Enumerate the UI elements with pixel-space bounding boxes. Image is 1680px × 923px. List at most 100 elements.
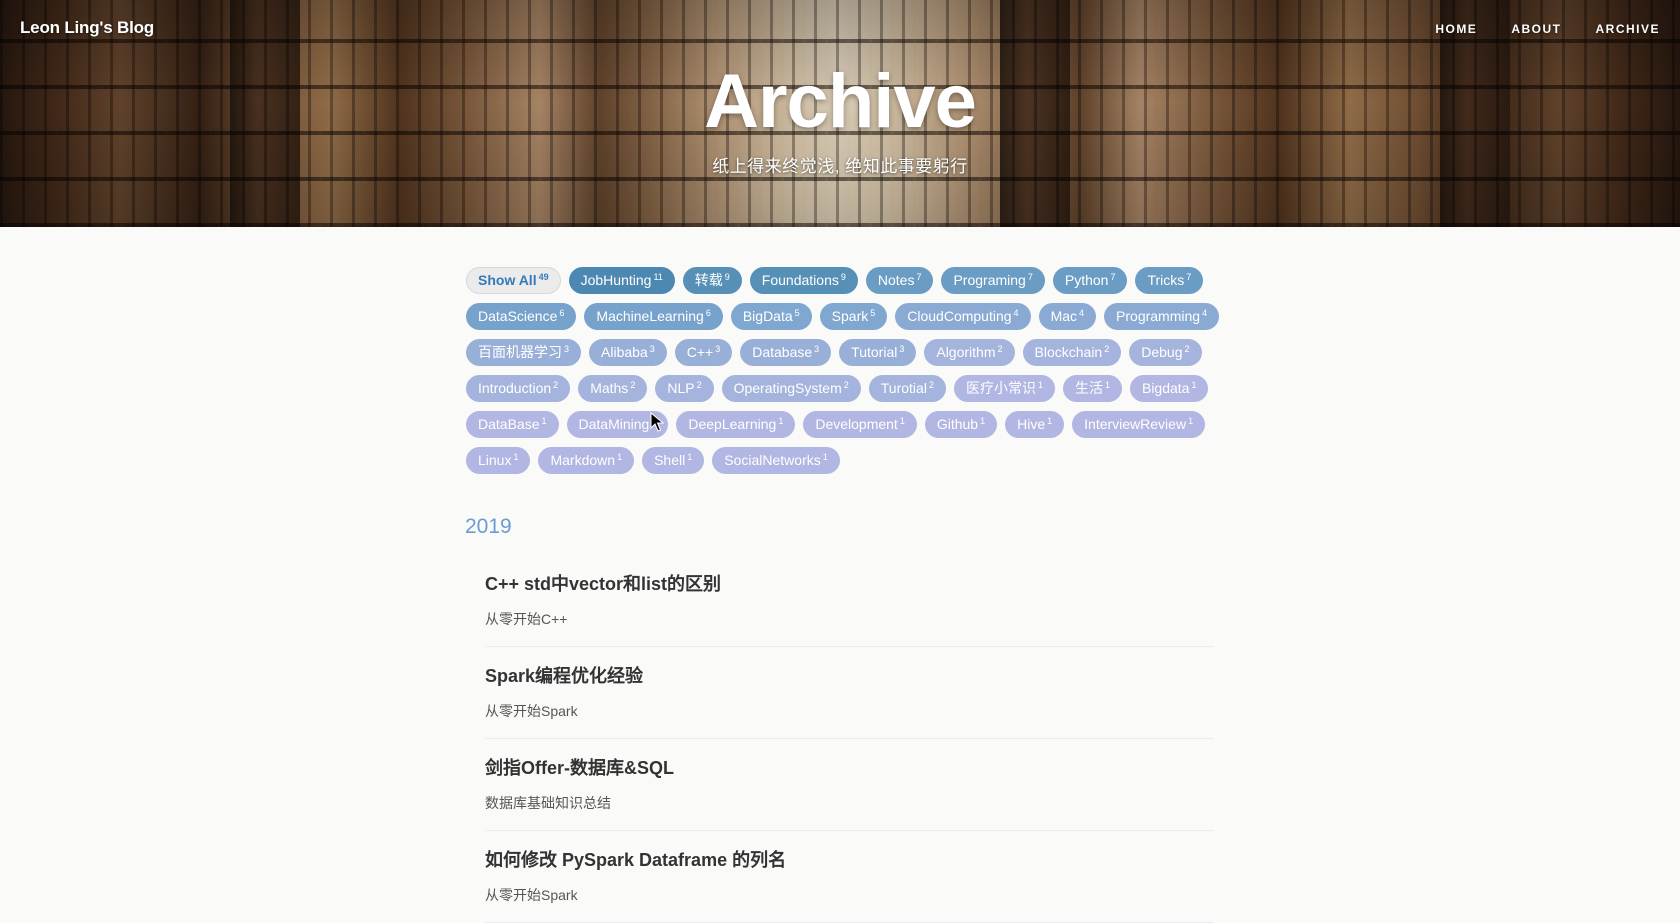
tag-button[interactable]: Foundations 9 <box>749 267 858 294</box>
tag-button[interactable]: NLP 2 <box>655 375 714 402</box>
post-item: C++ std中vector和list的区别 从零开始C++ <box>485 556 1214 647</box>
tag-button[interactable]: Python 7 <box>1052 267 1128 294</box>
tag-count: 1 <box>778 416 784 426</box>
tag-button[interactable]: Debug 2 <box>1129 339 1202 366</box>
tag-label: Debug <box>1141 344 1183 360</box>
tag-label: Python <box>1064 272 1109 288</box>
tag-button[interactable]: Alibaba 3 <box>589 339 667 366</box>
tag-button[interactable]: Introduction 2 <box>466 375 571 402</box>
tag-count: 7 <box>1027 272 1033 282</box>
tag-count: 1 <box>1104 380 1110 390</box>
tag-button[interactable]: MachineLearning 6 <box>584 303 723 330</box>
tag-label: Tutorial <box>851 344 898 360</box>
tag-button[interactable]: Turotial 2 <box>868 375 946 402</box>
tag-button[interactable]: DataBase 1 <box>466 411 559 438</box>
tag-label: Bigdata <box>1141 380 1190 396</box>
tag-button[interactable]: Spark 5 <box>819 303 888 330</box>
tag-count: 11 <box>653 272 663 282</box>
post-title-link[interactable]: 剑指Offer-数据库&SQL <box>485 740 1214 780</box>
tag-label: 转载 <box>694 272 723 288</box>
tag-button[interactable]: 转载 9 <box>682 267 742 294</box>
post-subtitle: 从零开始Spark <box>485 887 578 903</box>
tag-button[interactable]: Notes 7 <box>865 267 934 294</box>
tag-label: Programing <box>953 272 1026 288</box>
tag-button[interactable]: Database 3 <box>740 339 832 366</box>
tag-label: OperatingSystem <box>733 380 842 396</box>
page-subtitle: 纸上得来终觉浅, 绝知此事要躬行 <box>712 157 968 176</box>
tag-button[interactable]: Algorithm 2 <box>924 339 1015 366</box>
tag-button[interactable]: Programing 7 <box>941 267 1045 294</box>
tag-count: 2 <box>997 344 1003 354</box>
tag-label: Programming <box>1116 308 1201 324</box>
tag-button[interactable]: Bigdata 1 <box>1129 375 1209 402</box>
tag-count: 3 <box>649 344 655 354</box>
tag-count: 3 <box>814 344 820 354</box>
nav-about-link[interactable]: ABOUT <box>1511 22 1561 36</box>
tag-label: 医疗小常识 <box>965 380 1036 396</box>
tag-button[interactable]: DeepLearning 1 <box>676 411 796 438</box>
tag-button[interactable]: 医疗小常识 1 <box>953 375 1055 402</box>
tag-label: Markdown <box>550 452 616 468</box>
tag-count: 1 <box>617 452 623 462</box>
tag-label: Shell <box>654 452 686 468</box>
tag-label: Introduction <box>478 380 552 396</box>
tag-count: 2 <box>928 380 934 390</box>
tag-button[interactable]: OperatingSystem 2 <box>721 375 861 402</box>
tag-label: DataScience <box>478 308 558 324</box>
tag-label: Turotial <box>880 380 927 396</box>
tag-label: Maths <box>590 380 629 396</box>
site-brand-link[interactable]: Leon Ling's Blog <box>20 18 154 38</box>
tag-button[interactable]: 百面机器学习 3 <box>466 339 582 366</box>
tag-button[interactable]: Tricks 7 <box>1135 267 1204 294</box>
tag-label: MachineLearning <box>596 308 704 324</box>
tag-button[interactable]: CloudComputing 4 <box>895 303 1031 330</box>
tag-count: 49 <box>538 272 549 282</box>
post-title-link[interactable]: Spark编程优化经验 <box>485 648 1214 688</box>
tag-count: 1 <box>541 416 547 426</box>
tag-count: 3 <box>715 344 721 354</box>
post-item: 如何修改 PySpark Dataframe 的列名 从零开始Spark <box>485 832 1214 923</box>
tag-button[interactable]: Blockchain 2 <box>1022 339 1122 366</box>
tag-button[interactable]: DataScience 6 <box>466 303 577 330</box>
tag-button[interactable]: Github 1 <box>924 411 998 438</box>
tag-button[interactable]: JobHunting 11 <box>568 267 675 294</box>
nav-archive-link[interactable]: ARCHIVE <box>1595 22 1660 36</box>
post-item: 剑指Offer-数据库&SQL 数据库基础知识总结 <box>485 740 1214 831</box>
tag-button[interactable]: Maths 2 <box>578 375 648 402</box>
tag-button[interactable]: Linux 1 <box>466 447 531 474</box>
tag-button[interactable]: InterviewReview 1 <box>1072 411 1206 438</box>
tag-label: BigData <box>742 308 793 324</box>
tag-label: NLP <box>667 380 695 396</box>
tag-label: Algorithm <box>936 344 996 360</box>
tag-button[interactable]: SocialNetworks 1 <box>712 447 840 474</box>
tag-count: 7 <box>1186 272 1192 282</box>
tag-label: C++ <box>686 344 714 360</box>
tag-count: 7 <box>916 272 922 282</box>
tag-show-all-button[interactable]: Show All 49 <box>466 267 561 294</box>
tag-button[interactable]: C++ 3 <box>674 339 733 366</box>
tag-label: Show All <box>478 272 537 288</box>
tag-button[interactable]: Mac 4 <box>1038 303 1097 330</box>
post-title-link[interactable]: C++ std中vector和list的区别 <box>485 556 1214 596</box>
tag-button[interactable]: Hive 1 <box>1005 411 1065 438</box>
post-title-link[interactable]: 如何修改 PySpark Dataframe 的列名 <box>485 832 1214 872</box>
tag-count: 2 <box>696 380 702 390</box>
page-title: Archive <box>704 59 977 144</box>
tag-button[interactable]: Tutorial 3 <box>839 339 917 366</box>
tag-count: 1 <box>899 416 905 426</box>
tag-count: 5 <box>794 308 800 318</box>
tag-label: Development <box>815 416 898 432</box>
tag-count: 3 <box>899 344 905 354</box>
tag-count: 4 <box>1013 308 1019 318</box>
tag-button[interactable]: Development 1 <box>803 411 917 438</box>
nav-home-link[interactable]: HOME <box>1435 22 1477 36</box>
tag-count: 1 <box>513 452 519 462</box>
tag-count: 9 <box>724 272 730 282</box>
tag-button[interactable]: BigData 5 <box>730 303 812 330</box>
tag-button[interactable]: 生活 1 <box>1062 375 1122 402</box>
tag-count: 7 <box>1110 272 1116 282</box>
tag-button[interactable]: Programming 4 <box>1104 303 1220 330</box>
tag-button[interactable]: Markdown 1 <box>538 447 635 474</box>
tag-button[interactable]: Shell 1 <box>642 447 705 474</box>
tag-count: 1 <box>687 452 693 462</box>
